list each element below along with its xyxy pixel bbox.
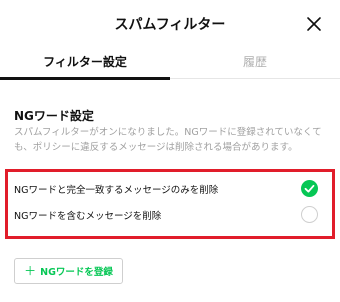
section-description: スパムフィルターがオンになりました。NGワードに登録されていなくても、ポリシーに… xyxy=(14,127,322,153)
page-title: スパムフィルター xyxy=(114,17,226,33)
tab-bar: フィルター設定 履歴 xyxy=(0,48,340,80)
header: スパムフィルター xyxy=(0,0,340,48)
add-ng-word-label: NGワードを登録 xyxy=(40,267,113,278)
tab-history[interactable]: 履歴 xyxy=(170,48,340,79)
option-contains[interactable]: NGワードを含むメッセージを削除 xyxy=(14,205,326,225)
tab-filter-settings-label: フィルター設定 xyxy=(43,55,127,69)
option-contains-label: NGワードを含むメッセージを削除 xyxy=(14,211,162,222)
tab-filter-settings[interactable]: フィルター設定 xyxy=(0,48,170,80)
add-ng-word-button[interactable]: ＋ NGワードを登録 xyxy=(14,258,123,284)
plus-icon: ＋ xyxy=(24,264,37,278)
active-tab-indicator xyxy=(0,77,170,80)
close-icon[interactable] xyxy=(306,16,322,32)
radio-checked-icon[interactable] xyxy=(301,180,318,197)
option-exact-match-label: NGワードと完全一致するメッセージのみを削除 xyxy=(14,185,219,196)
radio-unchecked-icon[interactable] xyxy=(301,206,318,223)
tab-history-label: 履歴 xyxy=(242,55,267,69)
option-exact-match[interactable]: NGワードと完全一致するメッセージのみを削除 xyxy=(14,179,326,199)
section-title: NGワード設定 xyxy=(14,109,94,123)
